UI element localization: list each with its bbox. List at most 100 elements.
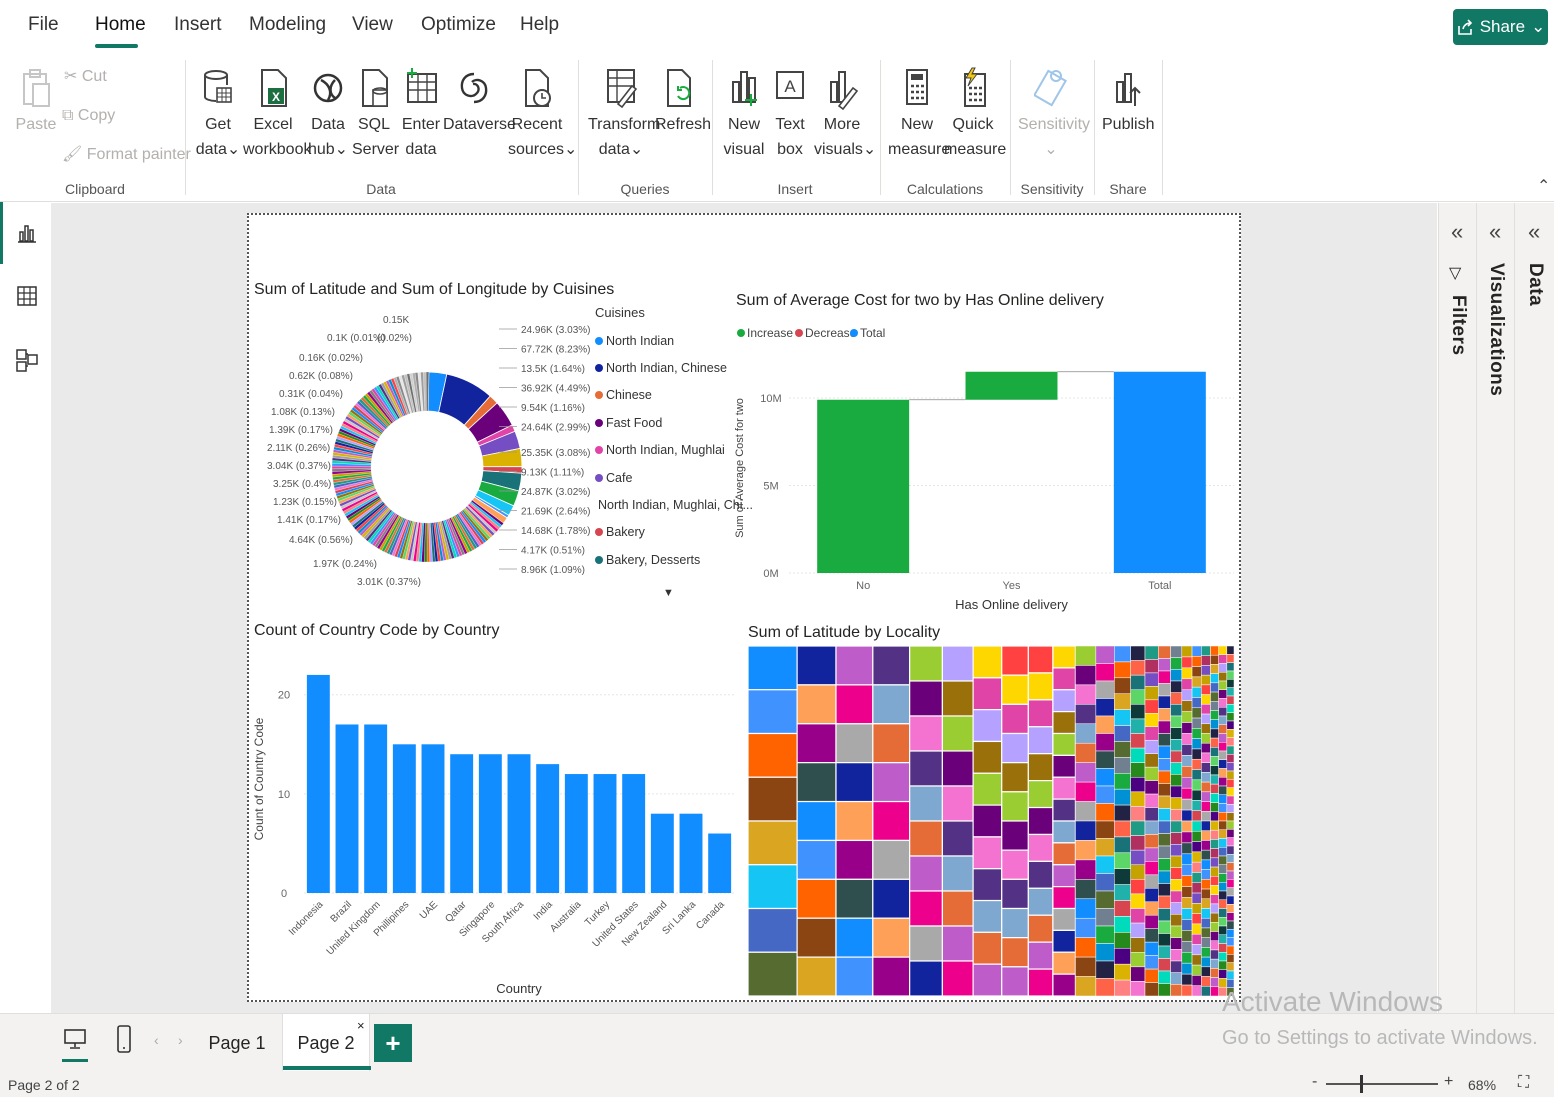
collapse-ribbon-icon[interactable]: ⌃ — [1537, 176, 1550, 196]
menu-optimize[interactable]: Optimize — [421, 14, 496, 36]
sensitivity-button[interactable]: Sensitivity ⌄ — [1018, 66, 1090, 162]
treemap-tile — [1114, 979, 1131, 997]
treemap-tile — [1210, 903, 1219, 914]
more-visuals-button[interactable]: More visuals⌄ — [814, 66, 876, 162]
tab-page-2[interactable]: Page 2 × — [282, 1014, 371, 1072]
treemap-tile — [1170, 879, 1183, 892]
treemap-tile — [1218, 908, 1228, 918]
treemap-tile — [1201, 986, 1211, 997]
transform-label-1: Transform — [588, 116, 661, 133]
chevron-down-icon: ⌄ — [564, 141, 578, 158]
refresh-button[interactable]: Refresh — [655, 66, 711, 137]
enter-data-button[interactable]: Enter data — [399, 66, 443, 162]
legend-item[interactable]: North Indian, Mughlai, Chi... — [595, 491, 753, 518]
zoom-in-icon[interactable]: + — [1444, 1073, 1453, 1091]
refresh-label: Refresh — [655, 116, 712, 133]
legend-item[interactable]: North Indian, Chinese — [595, 354, 745, 381]
transform-data-button[interactable]: Transform data⌄ — [588, 66, 660, 162]
expand-data-icon[interactable]: « — [1528, 219, 1540, 245]
legend-item[interactable]: Fast Food — [595, 409, 745, 436]
new-visual-icon — [732, 71, 757, 106]
fit-to-page-icon[interactable]: ⛶ — [1518, 1074, 1529, 1092]
paste-button[interactable]: Paste — [14, 66, 58, 137]
menu-insert[interactable]: Insert — [174, 14, 222, 36]
group-label-share: Share — [1109, 181, 1147, 197]
svg-text:A: A — [784, 77, 796, 96]
filters-pane-collapsed[interactable]: « ▽ Filters — [1438, 203, 1476, 1013]
next-page-icon[interactable]: › — [178, 1032, 183, 1048]
treemap-tile — [1158, 695, 1171, 709]
menu-modeling[interactable]: Modeling — [249, 14, 326, 36]
menu-help[interactable]: Help — [520, 14, 559, 36]
model-view-icon[interactable] — [14, 347, 40, 373]
waterfall-chart[interactable]: Increase Decrease Total0M5M10MSum of Avera… — [729, 315, 1239, 615]
legend-item[interactable]: North Indian, Mughlai — [595, 437, 745, 464]
bar — [679, 813, 703, 893]
treemap-tile — [1201, 684, 1211, 695]
legend-swatch — [737, 329, 745, 337]
data-pane-collapsed[interactable]: « Data — [1514, 203, 1554, 1013]
treemap-tile — [1181, 777, 1193, 789]
donut-data-label: 4.64K (0.56%) — [289, 535, 353, 546]
text-box-button[interactable]: A Text box — [768, 66, 812, 162]
treemap-tile — [1201, 966, 1211, 977]
legend-item[interactable]: Bakery — [595, 519, 745, 546]
legend-item[interactable]: Cafe — [595, 464, 745, 491]
treemap-tile — [1191, 872, 1202, 884]
zoom-slider-handle[interactable] — [1360, 1075, 1363, 1093]
excel-workbook-button[interactable]: X Excel workbook — [243, 66, 311, 162]
zoom-out-icon[interactable]: - — [1312, 1073, 1317, 1091]
legend-scroll-down-icon[interactable]: ▼ — [663, 587, 674, 599]
cut-button[interactable]: ✂ Cut — [64, 64, 107, 89]
donut-data-label: 14.68K (1.78%) — [521, 526, 591, 537]
data-hub-button[interactable]: Data hub⌄ — [306, 66, 350, 162]
copy-button[interactable]: ⧉ Copy — [62, 103, 115, 128]
format-painter-button[interactable]: 🖌 Format painter — [62, 142, 191, 167]
add-page-button[interactable]: + — [374, 1024, 412, 1062]
menu-file[interactable]: File — [28, 14, 59, 36]
treemap-tile — [1170, 762, 1183, 775]
new-measure-button[interactable]: New measure — [888, 66, 950, 162]
menu-view[interactable]: View — [352, 14, 393, 36]
treemap-tile — [1210, 774, 1219, 785]
group-separator — [712, 60, 713, 195]
mobile-layout-icon[interactable] — [114, 1024, 134, 1054]
previous-page-icon[interactable]: ‹ — [154, 1032, 159, 1048]
treemap-tile — [1052, 689, 1077, 713]
zoom-slider[interactable] — [1326, 1083, 1438, 1085]
recent-sources-button[interactable]: Recent sources⌄ — [508, 66, 577, 162]
treemap-tile — [1170, 797, 1183, 810]
treemap-tile — [1210, 737, 1219, 748]
treemap-tile — [1114, 788, 1131, 806]
tab-page-1[interactable]: Page 1 — [200, 1014, 274, 1072]
sql-server-button[interactable]: SQL Server — [352, 66, 399, 162]
visualizations-pane-collapsed[interactable]: « Visualizations — [1476, 203, 1514, 1013]
share-button[interactable]: Share ⌄ — [1453, 9, 1548, 45]
report-view-icon[interactable] — [14, 220, 40, 246]
country-bar-chart[interactable]: 0 10 20 Count of Country Code Indonesia Brazi… — [249, 645, 739, 1000]
desktop-layout-icon[interactable] — [62, 1026, 88, 1052]
treemap-tile — [1226, 662, 1235, 672]
legend-item[interactable]: North Indian — [595, 327, 745, 354]
group-separator — [185, 60, 186, 195]
new-visual-button[interactable]: New visual — [722, 66, 766, 162]
locality-treemap[interactable] — [748, 646, 1236, 998]
publish-button[interactable]: Publish — [1102, 66, 1154, 137]
table-view-icon[interactable] — [14, 283, 40, 309]
menu-home[interactable]: Home — [95, 14, 146, 36]
expand-visualizations-icon[interactable]: « — [1489, 219, 1501, 245]
treemap-tile — [1001, 646, 1029, 676]
treemap-tile — [1158, 795, 1171, 809]
dataverse-button[interactable]: Dataverse — [443, 66, 516, 137]
treemap-tile — [1226, 920, 1235, 930]
legend-item[interactable]: Bakery, Desserts — [595, 546, 745, 573]
legend-item[interactable]: Chinese — [595, 382, 745, 409]
x-tick-label: India — [532, 899, 555, 922]
treemap-tile — [972, 709, 1003, 743]
quick-measure-button[interactable]: Quick measure — [944, 66, 1006, 162]
treemap-tile — [1075, 956, 1097, 977]
close-tab-icon[interactable]: × — [357, 1018, 365, 1033]
treemap-tile — [1201, 937, 1211, 948]
expand-filters-icon[interactable]: « — [1451, 219, 1463, 245]
get-data-button[interactable]: Get data⌄ — [194, 66, 242, 162]
